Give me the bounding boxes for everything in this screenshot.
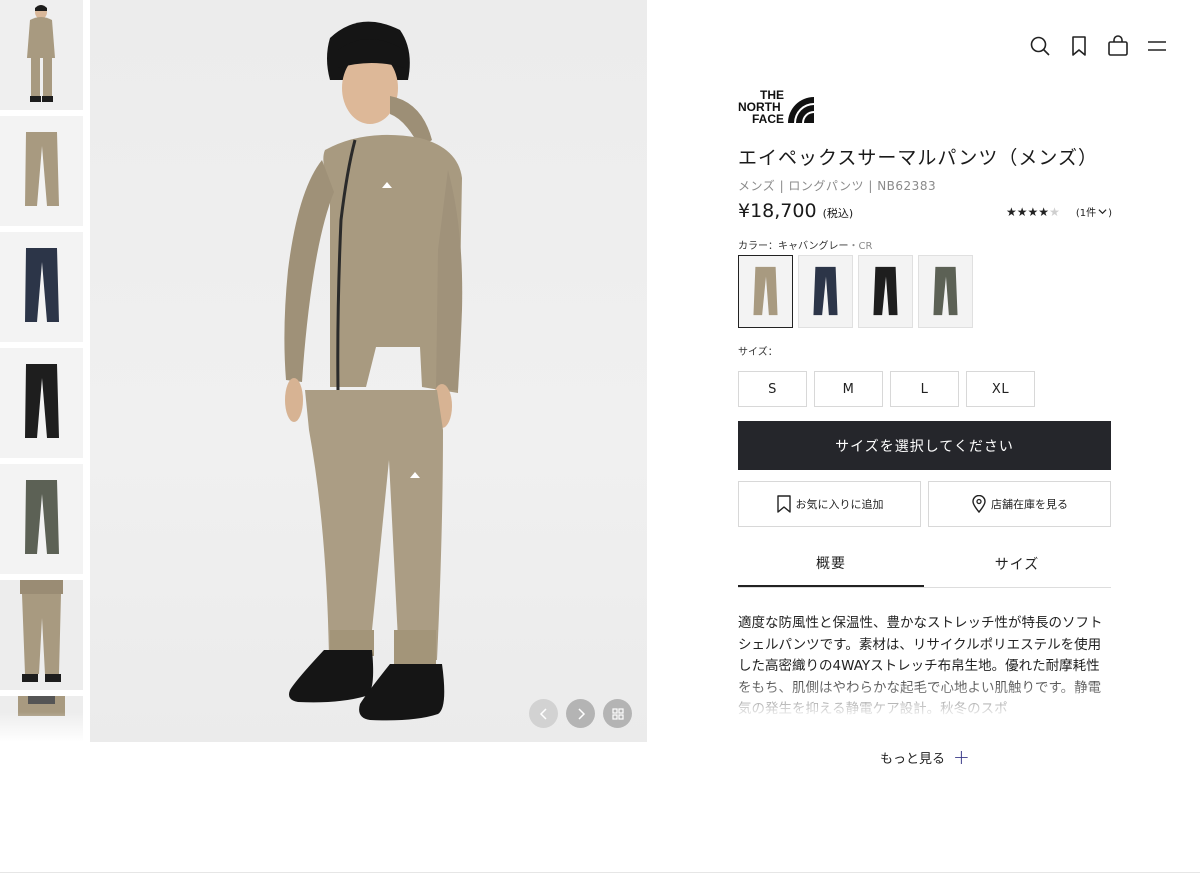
- bookmark-icon: [1072, 36, 1086, 56]
- model-illustration: [284, 21, 463, 721]
- cart-button[interactable]: [1107, 35, 1129, 57]
- color-swatch-navy[interactable]: [798, 255, 853, 328]
- thumbnail-model-front[interactable]: [0, 0, 83, 110]
- size-label: サイズ：: [738, 347, 778, 358]
- bookmark-icon: [776, 495, 791, 513]
- size-button-l[interactable]: L: [890, 371, 959, 407]
- color-swatch-black[interactable]: [858, 255, 913, 328]
- product-price: ¥18,700 (税込): [738, 200, 853, 222]
- menu-button[interactable]: [1146, 35, 1168, 57]
- detail-tabs: 概要 サイズ: [738, 540, 1111, 588]
- thumbnail-pants-black[interactable]: [0, 348, 83, 458]
- thumbnail-pants-gray-green[interactable]: [0, 464, 83, 574]
- color-name: カラー：キャバングレー: [738, 241, 849, 252]
- image-next-button[interactable]: [566, 699, 595, 728]
- tab-overview[interactable]: 概要: [738, 540, 924, 587]
- thumbnail-fade: [0, 712, 83, 742]
- chevron-down-icon: [1098, 209, 1107, 215]
- favorites-label: お気に入りに追加: [795, 498, 884, 511]
- product-meta: メンズ | ロングパンツ | NB62383: [738, 179, 937, 193]
- review-count-link[interactable]: (1件): [1076, 204, 1112, 219]
- brand-logo[interactable]: THE NORTH FACE: [738, 86, 818, 126]
- color-code: ・CR: [848, 241, 873, 252]
- chevron-left-icon: [539, 707, 547, 720]
- show-more-button[interactable]: もっと見る +: [880, 747, 970, 767]
- the-north-face-logo: THE NORTH FACE: [738, 88, 814, 126]
- cart-icon: [1108, 35, 1128, 56]
- bookmark-button[interactable]: [1068, 35, 1090, 57]
- main-product-image: [90, 0, 647, 742]
- thumbnail-pants-beige[interactable]: [0, 116, 83, 226]
- tab-size[interactable]: サイズ: [924, 540, 1110, 587]
- color-swatch-beige[interactable]: [738, 255, 793, 328]
- show-more-label: もっと見る: [880, 751, 946, 767]
- image-grid-button[interactable]: [603, 699, 632, 728]
- thumbnail-strip: [0, 0, 83, 742]
- location-pin-icon: [972, 495, 986, 513]
- menu-icon: [1148, 41, 1166, 51]
- add-to-favorites-button[interactable]: お気に入りに追加: [738, 481, 921, 527]
- rating-stars: ★★★★★: [1006, 205, 1060, 219]
- star-icon: ★: [1027, 204, 1039, 219]
- star-icon: ★: [1016, 204, 1028, 219]
- plus-icon: +: [953, 745, 970, 769]
- store-stock-button[interactable]: 店舗在庫を見る: [928, 481, 1111, 527]
- add-to-cart-button[interactable]: サイズを選択してください: [738, 421, 1111, 470]
- star-empty-icon: ★: [1049, 204, 1060, 219]
- image-prev-button[interactable]: [529, 699, 558, 728]
- grid-icon: [611, 707, 624, 720]
- color-label: カラー：キャバングレー・CR: [738, 237, 872, 252]
- chevron-right-icon: [577, 707, 585, 720]
- size-button-m[interactable]: M: [814, 371, 883, 407]
- review-count: (1件: [1075, 208, 1097, 219]
- thumbnail-model-legs[interactable]: [0, 580, 83, 690]
- product-title: エイペックスサーマルパンツ（メンズ）: [738, 147, 1099, 169]
- divider: [0, 872, 1200, 873]
- description-fade: [738, 672, 1111, 724]
- price-value: ¥18,700: [738, 200, 817, 222]
- svg-text:FACE: FACE: [752, 112, 784, 126]
- rating: ★★★★★ (1件): [1006, 204, 1112, 220]
- size-button-s[interactable]: S: [738, 371, 807, 407]
- thumbnail-pants-navy[interactable]: [0, 232, 83, 342]
- star-icon: ★: [1038, 204, 1050, 219]
- star-icon: ★: [1006, 204, 1017, 219]
- color-swatch-gray-green[interactable]: [918, 255, 973, 328]
- search-icon: [1030, 36, 1050, 56]
- search-button[interactable]: [1029, 35, 1051, 57]
- store-stock-label: 店舗在庫を見る: [991, 498, 1068, 511]
- tax-note: (税込): [822, 207, 854, 220]
- size-button-xl[interactable]: XL: [966, 371, 1035, 407]
